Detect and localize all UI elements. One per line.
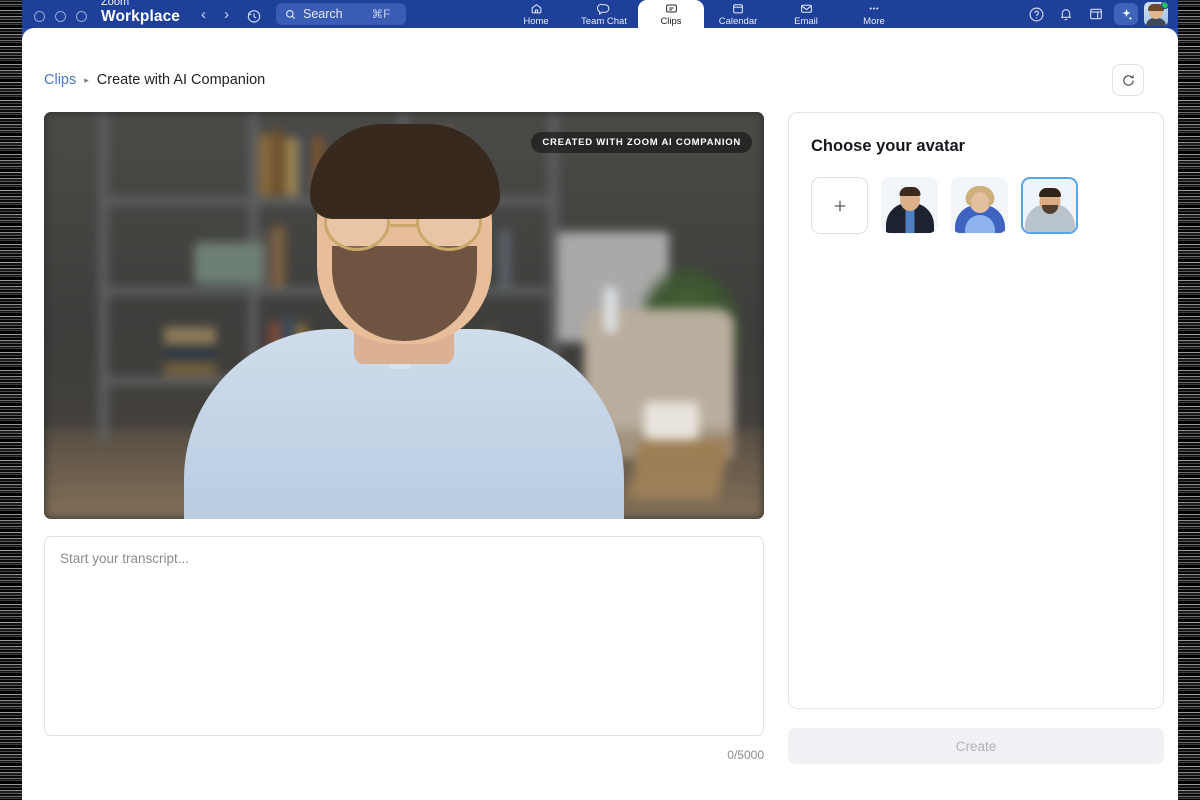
- plus-icon: [831, 197, 849, 215]
- search-shortcut-hint: ⌘F: [372, 7, 391, 21]
- page-title: Create with AI Companion: [97, 72, 265, 88]
- choose-avatar-title: Choose your avatar: [811, 137, 1141, 156]
- screenshot-left-edge-artifact: [0, 0, 22, 800]
- avatar-option-2[interactable]: [951, 177, 1008, 234]
- avatar-1-hair: [899, 187, 920, 196]
- avatar-body: [1146, 18, 1166, 26]
- create-button[interactable]: Create: [788, 728, 1164, 764]
- brand-line-2: Workplace: [101, 9, 180, 25]
- history-icon[interactable]: [238, 8, 270, 28]
- tab-email[interactable]: Email: [772, 0, 840, 28]
- zoom-workplace-window: Zoom Workplace ‹ › Search ⌘F: [22, 0, 1178, 800]
- maximize-window-button[interactable]: [76, 11, 87, 22]
- user-avatar[interactable]: [1144, 2, 1168, 26]
- search-icon: [285, 9, 296, 20]
- left-column: CREATED WITH ZOOM AI COMPANION 0/5000: [44, 112, 764, 764]
- tab-more[interactable]: More: [840, 0, 908, 28]
- refresh-button[interactable]: [1112, 64, 1144, 96]
- close-window-button[interactable]: [34, 11, 45, 22]
- search-placeholder: Search: [303, 7, 343, 21]
- breadcrumb-parent-link[interactable]: Clips: [44, 72, 76, 88]
- add-avatar-tile[interactable]: [811, 177, 868, 234]
- choose-avatar-card: Choose your avatar: [788, 112, 1164, 709]
- forward-button[interactable]: ›: [215, 7, 238, 28]
- calendar-icon: [731, 2, 745, 15]
- envelope-icon: [799, 2, 814, 15]
- refresh-icon: [1121, 73, 1136, 88]
- right-column: Choose your avatar: [788, 112, 1164, 764]
- chat-bubble-icon: [596, 2, 612, 15]
- avatar-option-1[interactable]: [881, 177, 938, 234]
- tab-email-label: Email: [794, 16, 818, 27]
- panel-layout-icon[interactable]: [1084, 3, 1108, 25]
- window-traffic-lights: [34, 11, 87, 28]
- main-tab-strip: Home Team Chat Clips: [502, 0, 908, 28]
- ai-companion-sparkle-icon[interactable]: [1114, 3, 1138, 25]
- avatar-3-hair: [1039, 188, 1061, 197]
- avatar-option-3[interactable]: [1021, 177, 1078, 234]
- minimize-window-button[interactable]: [55, 11, 66, 22]
- content-panel: Clips ▸ Create with AI Companion: [22, 28, 1178, 800]
- presence-status-dot: [1161, 2, 1168, 9]
- tab-calendar-label: Calendar: [719, 16, 758, 27]
- ai-generated-badge: CREATED WITH ZOOM AI COMPANION: [531, 132, 752, 153]
- tab-home-label: Home: [523, 16, 548, 27]
- character-counter: 0/5000: [44, 748, 764, 762]
- tab-more-label: More: [863, 16, 885, 27]
- transcript-section: 0/5000: [44, 536, 764, 762]
- tab-home[interactable]: Home: [502, 0, 570, 28]
- tab-clips[interactable]: Clips: [638, 0, 704, 28]
- avatar-grid: [811, 177, 1141, 234]
- transcript-input[interactable]: [44, 536, 764, 736]
- screenshot-right-edge-artifact: [1178, 0, 1200, 800]
- back-button[interactable]: ‹: [192, 7, 215, 28]
- titlebar-right-actions: [1024, 2, 1168, 26]
- avatar-2-face: [971, 192, 989, 211]
- breadcrumb-separator: ▸: [84, 75, 89, 86]
- breadcrumb-row: Clips ▸ Create with AI Companion: [22, 28, 1178, 96]
- tab-calendar[interactable]: Calendar: [704, 0, 772, 28]
- tab-team-chat[interactable]: Team Chat: [570, 0, 638, 28]
- help-icon[interactable]: [1024, 3, 1048, 25]
- tab-team-chat-label: Team Chat: [581, 16, 627, 27]
- breadcrumb: Clips ▸ Create with AI Companion: [44, 72, 265, 88]
- app-brand: Zoom Workplace: [101, 0, 180, 28]
- notification-bell-icon[interactable]: [1054, 3, 1078, 25]
- main-content: CREATED WITH ZOOM AI COMPANION 0/5000 Ch…: [22, 96, 1178, 764]
- tab-clips-label: Clips: [660, 16, 681, 27]
- brand-line-1: Zoom: [101, 0, 180, 8]
- home-icon: [529, 2, 544, 15]
- avatar-person: [184, 179, 624, 519]
- clips-icon: [664, 2, 679, 15]
- avatar-video-preview[interactable]: CREATED WITH ZOOM AI COMPANION: [44, 112, 764, 519]
- titlebar: Zoom Workplace ‹ › Search ⌘F: [22, 0, 1178, 28]
- search-input[interactable]: Search ⌘F: [276, 3, 406, 25]
- avatar-1-tie: [905, 209, 914, 233]
- more-dots-icon: [866, 2, 882, 15]
